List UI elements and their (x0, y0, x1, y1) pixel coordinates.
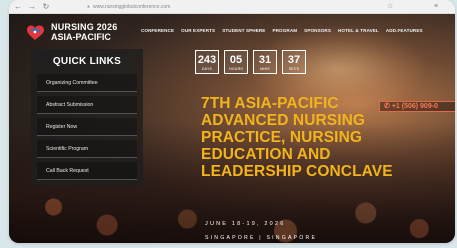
nav-student-sphere[interactable]: STUDENT SPHERE (222, 28, 265, 33)
countdown-hours-label: HOURS (229, 67, 243, 71)
conference-title-line: EDUCATION AND (201, 146, 331, 163)
quick-link-scientific-program[interactable]: Scientific Program (37, 140, 137, 158)
conference-title-line: 7TH ASIA-PACIFIC (201, 95, 339, 112)
url-text: www.nursingglobalconference.com (93, 4, 171, 10)
countdown-hours-value: 05 (229, 54, 243, 66)
website-viewport: NURSING 2026 ASIA-PACIFIC CONFERENCE OUR… (9, 14, 455, 243)
countdown-mins: 31 MINS (253, 50, 277, 74)
quick-links-panel: QUICK LINKS Organizing Committee Abstrac… (31, 49, 143, 185)
lock-icon: ● (87, 4, 91, 10)
phone-number: +1 (506) 909-0 (391, 103, 438, 110)
countdown-days-value: 243 (197, 54, 217, 66)
nav-conference[interactable]: CONFERENCE (141, 28, 174, 33)
countdown-days-label: DAYS (201, 67, 213, 71)
conference-title-line: ADVANCED NURSING (201, 112, 366, 129)
browser-toolbar: ← → ↻ ● www.nursingglobalconference.com … (9, 0, 455, 14)
main-nav: CONFERENCE OUR EXPERTS STUDENT SPHERE PR… (141, 28, 423, 33)
event-date: JUNE 18-19, 2026 (205, 221, 286, 227)
address-bar[interactable]: ● www.nursingglobalconference.com (87, 2, 303, 12)
logo-heart-icon (27, 25, 44, 40)
quick-link-abstract-submission[interactable]: Abstract Submission (37, 96, 137, 114)
countdown-mins-value: 31 (258, 54, 272, 66)
countdown-secs-label: SECS (288, 67, 300, 71)
conference-title-line: LEADERSHIP CONCLAVE (201, 163, 393, 180)
reload-icon[interactable]: ↻ (41, 2, 51, 12)
event-location: SINGAPORE | SINGAPORE (205, 235, 318, 241)
conference-title: 7TH ASIA-PACIFIC ADVANCED NURSING PRACTI… (201, 95, 393, 180)
nav-our-experts[interactable]: OUR EXPERTS (181, 28, 215, 33)
logo-title: NURSING 2026 (51, 22, 118, 32)
menu-icon[interactable]: ≡ (434, 2, 438, 12)
quick-link-organizing-committee[interactable]: Organizing Committee (37, 74, 137, 92)
countdown-secs: 37 SECS (282, 50, 306, 74)
back-arrow-icon[interactable]: ← (13, 2, 23, 12)
browser-window: ← → ↻ ● www.nursingglobalconference.com … (9, 0, 455, 243)
site-logo[interactable]: NURSING 2026 ASIA-PACIFIC (25, 21, 135, 43)
quick-link-call-back-request[interactable]: Call Back Request (37, 162, 137, 180)
nav-sponsors[interactable]: SPONSORS (304, 28, 331, 33)
quick-links-title: QUICK LINKS (52, 56, 122, 67)
conference-title-line: PRACTICE, NURSING (201, 129, 363, 146)
star-icon[interactable]: ☆ (387, 2, 393, 12)
site-header: NURSING 2026 ASIA-PACIFIC CONFERENCE OUR… (9, 14, 455, 48)
forward-arrow-icon[interactable]: → (27, 2, 37, 12)
countdown-hours: 05 HOURS (224, 50, 248, 74)
countdown-mins-label: MINS (260, 67, 270, 71)
nav-add-features[interactable]: ADD.FEATURES (386, 28, 423, 33)
nav-hotel-travel[interactable]: HOTEL & TRAVEL (338, 28, 379, 33)
countdown-secs-value: 37 (287, 54, 301, 66)
countdown-days: 243 DAYS (195, 50, 219, 74)
nav-program[interactable]: PROGRAM (272, 28, 297, 33)
countdown-timer: 243 DAYS 05 HOURS 31 MINS 37 SECS (195, 50, 306, 74)
logo-subtitle: ASIA-PACIFIC (51, 32, 111, 42)
quick-link-register-now[interactable]: Register Now (37, 118, 137, 136)
